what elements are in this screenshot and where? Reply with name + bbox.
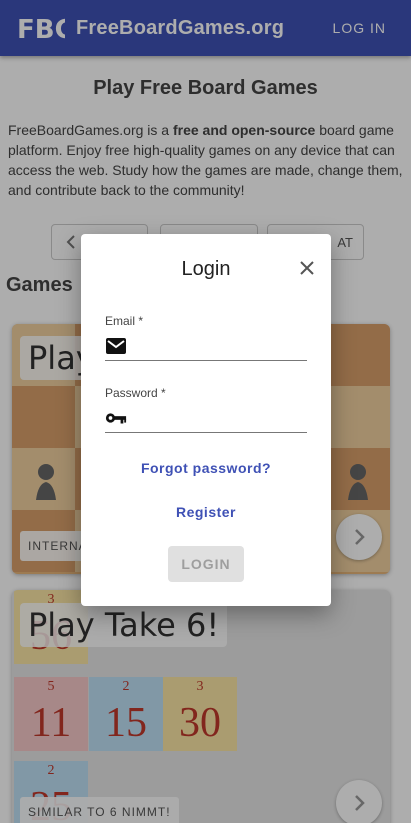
close-icon: [300, 261, 314, 275]
email-field-wrapper: [105, 331, 318, 361]
login-submit-button[interactable]: LOGIN: [168, 546, 244, 582]
forgot-password-button[interactable]: Forgot password?: [81, 460, 331, 476]
register-button[interactable]: Register: [81, 504, 331, 520]
password-label: Password *: [105, 386, 166, 400]
login-dialog: Login Email * Password * Forgot password…: [81, 234, 331, 606]
key-icon: [105, 407, 127, 429]
password-input[interactable]: [137, 405, 318, 430]
email-input[interactable]: [137, 333, 318, 358]
password-field-wrapper: [105, 403, 318, 433]
email-label: Email *: [105, 314, 144, 328]
email-icon: [105, 335, 127, 357]
close-button[interactable]: [293, 254, 321, 282]
